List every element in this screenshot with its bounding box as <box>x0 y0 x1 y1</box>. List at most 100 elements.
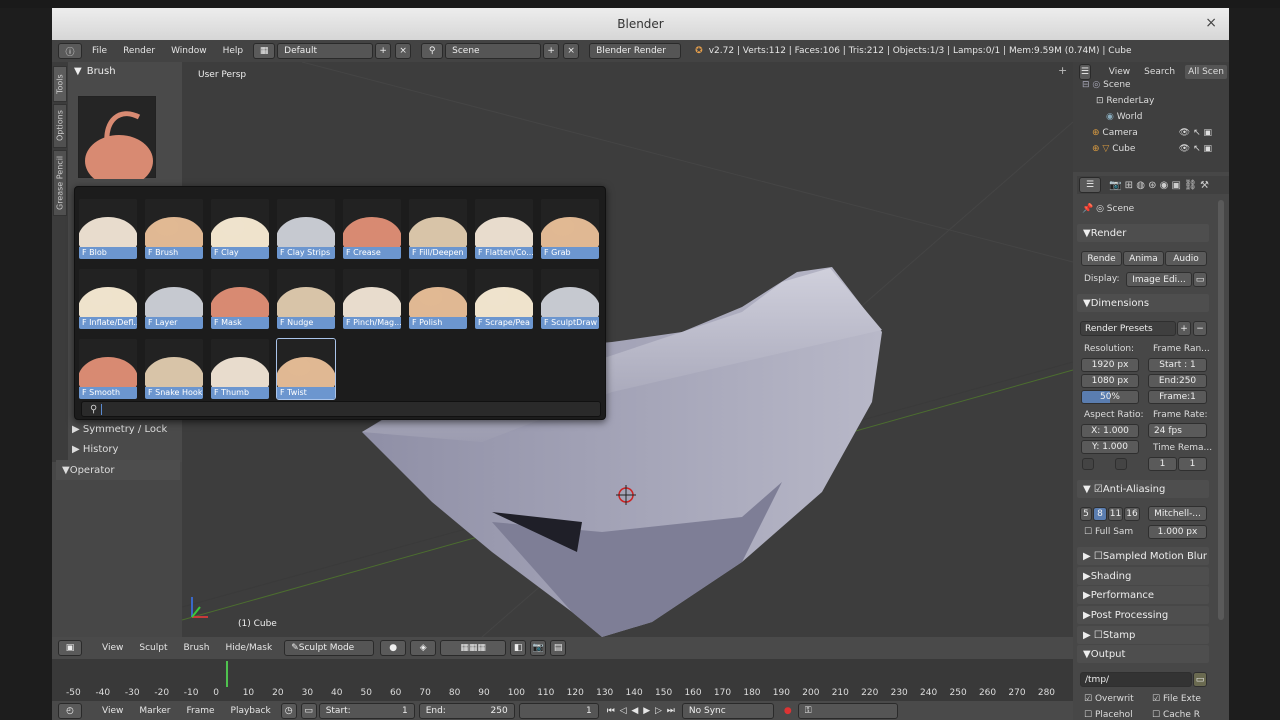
placeholders-checkbox[interactable]: ☐ Placehol <box>1084 710 1133 720</box>
full-sample-checkbox[interactable]: ☐ Full Sam <box>1084 527 1133 537</box>
menu-render[interactable]: Render <box>115 46 163 56</box>
anti-aliasing-panel-header[interactable]: ▼ ☑ Anti-Aliasing <box>1077 480 1209 498</box>
menu-tl-view[interactable]: View <box>94 706 131 716</box>
brush-item[interactable]: F Grab <box>541 199 599 259</box>
active-brush-thumbnail[interactable] <box>78 96 156 187</box>
remove-preset-icon[interactable]: − <box>1193 321 1207 336</box>
add-layout-icon[interactable]: + <box>375 43 392 59</box>
keying-set-field[interactable]: ⚿ <box>797 702 898 719</box>
render-anim-icon[interactable]: ▤ <box>550 640 567 656</box>
brush-item[interactable]: F Layer <box>145 269 203 329</box>
menu-playback[interactable]: Playback <box>223 706 279 716</box>
brush-item[interactable]: F Clay <box>211 199 269 259</box>
stamp-panel-header[interactable]: ▶ ☐ Stamp <box>1077 626 1209 644</box>
render-preview-icon[interactable]: 📷 <box>530 640 547 656</box>
render-audio-button[interactable]: Audio <box>1165 251 1207 266</box>
properties-context-tabs[interactable]: ☰ 📷 ⊞ ◍ ⊛ ◉ ▣ ⛓ ⚒ <box>1077 176 1229 194</box>
border-checkbox[interactable] <box>1082 458 1094 470</box>
outliner-search-menu[interactable]: Search <box>1144 67 1175 77</box>
layout-select[interactable]: Default <box>277 43 374 59</box>
brush-item[interactable]: F Polish <box>409 269 467 329</box>
cache-result-checkbox[interactable]: ☐ Cache R <box>1152 710 1200 720</box>
fps-select[interactable]: 24 fps <box>1148 423 1207 438</box>
folder-icon[interactable]: ▭ <box>1193 672 1207 687</box>
time-remap-old-field[interactable]: 1 <box>1148 457 1177 471</box>
brush-item[interactable]: F Mask <box>211 269 269 329</box>
outliner-item-scene[interactable]: ⊟ ◎ Scene <box>1082 80 1131 90</box>
file-extensions-checkbox[interactable]: ☑ File Exte <box>1152 694 1201 704</box>
brush-item[interactable]: F Thumb <box>211 339 269 399</box>
brush-item[interactable]: F Brush <box>145 199 203 259</box>
resolution-y-field[interactable]: 1080 px <box>1081 374 1139 388</box>
symmetry-panel-header[interactable]: ▶ Symmetry / Lock <box>72 424 180 440</box>
layers-grid[interactable]: ▦▦▦ <box>440 640 507 656</box>
filter-size-field[interactable]: 1.000 px <box>1148 525 1207 539</box>
scene-select[interactable]: Scene <box>445 43 542 59</box>
crop-checkbox[interactable] <box>1115 458 1127 470</box>
layout-icon[interactable]: ▦ <box>253 43 276 59</box>
properties-scrollbar[interactable] <box>1218 200 1224 620</box>
menu-sculpt[interactable]: Sculpt <box>131 643 175 653</box>
end-frame-field[interactable]: End: 250 <box>418 702 515 719</box>
pivot-select-icon[interactable]: ◈ <box>410 640 437 656</box>
brush-item[interactable]: F Blob <box>79 199 137 259</box>
aa-samples-8[interactable]: 8 <box>1093 507 1107 521</box>
operator-panel-header[interactable]: ▼ Operator <box>56 460 180 480</box>
output-path-field[interactable]: /tmp/ <box>1080 672 1192 687</box>
remove-scene-icon[interactable]: × <box>563 43 580 59</box>
dimensions-panel-header[interactable]: ▼ Dimensions <box>1077 294 1209 312</box>
shading-select-icon[interactable]: ● <box>380 640 407 656</box>
brush-item[interactable]: F Twist <box>276 338 336 400</box>
menu-hide-mask[interactable]: Hide/Mask <box>217 643 280 653</box>
tab-options[interactable]: Options <box>53 104 67 148</box>
brush-item[interactable]: F Scrape/Pea <box>475 269 533 329</box>
outliner-filter-select[interactable]: All Scen <box>1185 65 1227 79</box>
outliner-item-camera[interactable]: ⊕ Camera 👁 ↖ ▣ <box>1092 128 1216 138</box>
timeline-editor-icon[interactable]: ◴ <box>58 702 82 719</box>
frame-end-field[interactable]: End:250 <box>1148 374 1207 388</box>
menu-file[interactable]: File <box>84 46 115 56</box>
menu-marker[interactable]: Marker <box>131 706 178 716</box>
overwrite-checkbox[interactable]: ☑ Overwrit <box>1084 694 1134 704</box>
viewport-editor-icon[interactable]: ▣ <box>58 640 82 656</box>
render-panel-header[interactable]: ▼ Render <box>1077 224 1209 242</box>
render-tab-icon[interactable]: 📷 ⊞ ◍ ⊛ ◉ ▣ ⛓ ⚒ <box>1109 180 1209 191</box>
brush-panel-header[interactable]: ▼ Brush <box>68 62 182 80</box>
playback-controls[interactable]: ⏮ ◁ ◀ ▶ ▷ ⏭ <box>607 706 676 716</box>
add-scene-icon[interactable]: + <box>543 43 560 59</box>
tab-tools[interactable]: Tools <box>53 66 67 102</box>
brush-item[interactable]: F Fill/Deepen <box>409 199 467 259</box>
brush-item[interactable]: F SculptDraw <box>541 269 599 329</box>
frame-start-field[interactable]: Start : 1 <box>1148 358 1207 372</box>
editor-type-icon[interactable]: ⓘ <box>58 43 82 59</box>
brush-item[interactable]: F Clay Strips <box>277 199 335 259</box>
time-remap-new-field[interactable]: 1 <box>1178 457 1207 471</box>
render-still-button[interactable]: Rende <box>1081 251 1122 266</box>
menu-frame[interactable]: Frame <box>178 706 222 716</box>
clock-icon[interactable]: ◷ <box>280 702 297 719</box>
aa-samples-16[interactable]: 16 <box>1124 507 1140 521</box>
resolution-x-field[interactable]: 1920 px <box>1081 358 1139 372</box>
brush-item[interactable]: F Smooth <box>79 339 137 399</box>
menu-view[interactable]: View <box>94 643 131 653</box>
brush-item[interactable]: F Pinch/Mag... <box>343 269 401 329</box>
preview-range-icon[interactable]: ▭ <box>300 702 317 719</box>
menu-brush[interactable]: Brush <box>175 643 217 653</box>
remove-layout-icon[interactable]: × <box>395 43 412 59</box>
resolution-percent-slider[interactable]: 50% <box>1081 390 1139 404</box>
close-icon[interactable]: × <box>1205 15 1217 31</box>
brush-item[interactable]: F Crease <box>343 199 401 259</box>
outliner-item-world[interactable]: ◉ World <box>1106 112 1143 122</box>
aa-filter-select[interactable]: Mitchell-... <box>1148 506 1207 521</box>
performance-panel-header[interactable]: ▶ Performance <box>1077 586 1209 604</box>
properties-editor-icon[interactable]: ☰ <box>1079 177 1101 193</box>
brush-item[interactable]: F Flatten/Co... <box>475 199 533 259</box>
current-frame-marker[interactable] <box>226 661 228 687</box>
aa-samples-5[interactable]: 5 <box>1080 507 1092 521</box>
aspect-x-field[interactable]: X: 1.000 <box>1081 424 1139 438</box>
output-panel-header[interactable]: ▼ Output <box>1077 645 1209 663</box>
frame-step-field[interactable]: Frame:1 <box>1148 390 1207 404</box>
render-engine-select[interactable]: Blender Render <box>589 43 682 59</box>
current-frame-field[interactable]: 1 <box>518 702 599 719</box>
start-frame-field[interactable]: Start: 1 <box>318 702 415 719</box>
